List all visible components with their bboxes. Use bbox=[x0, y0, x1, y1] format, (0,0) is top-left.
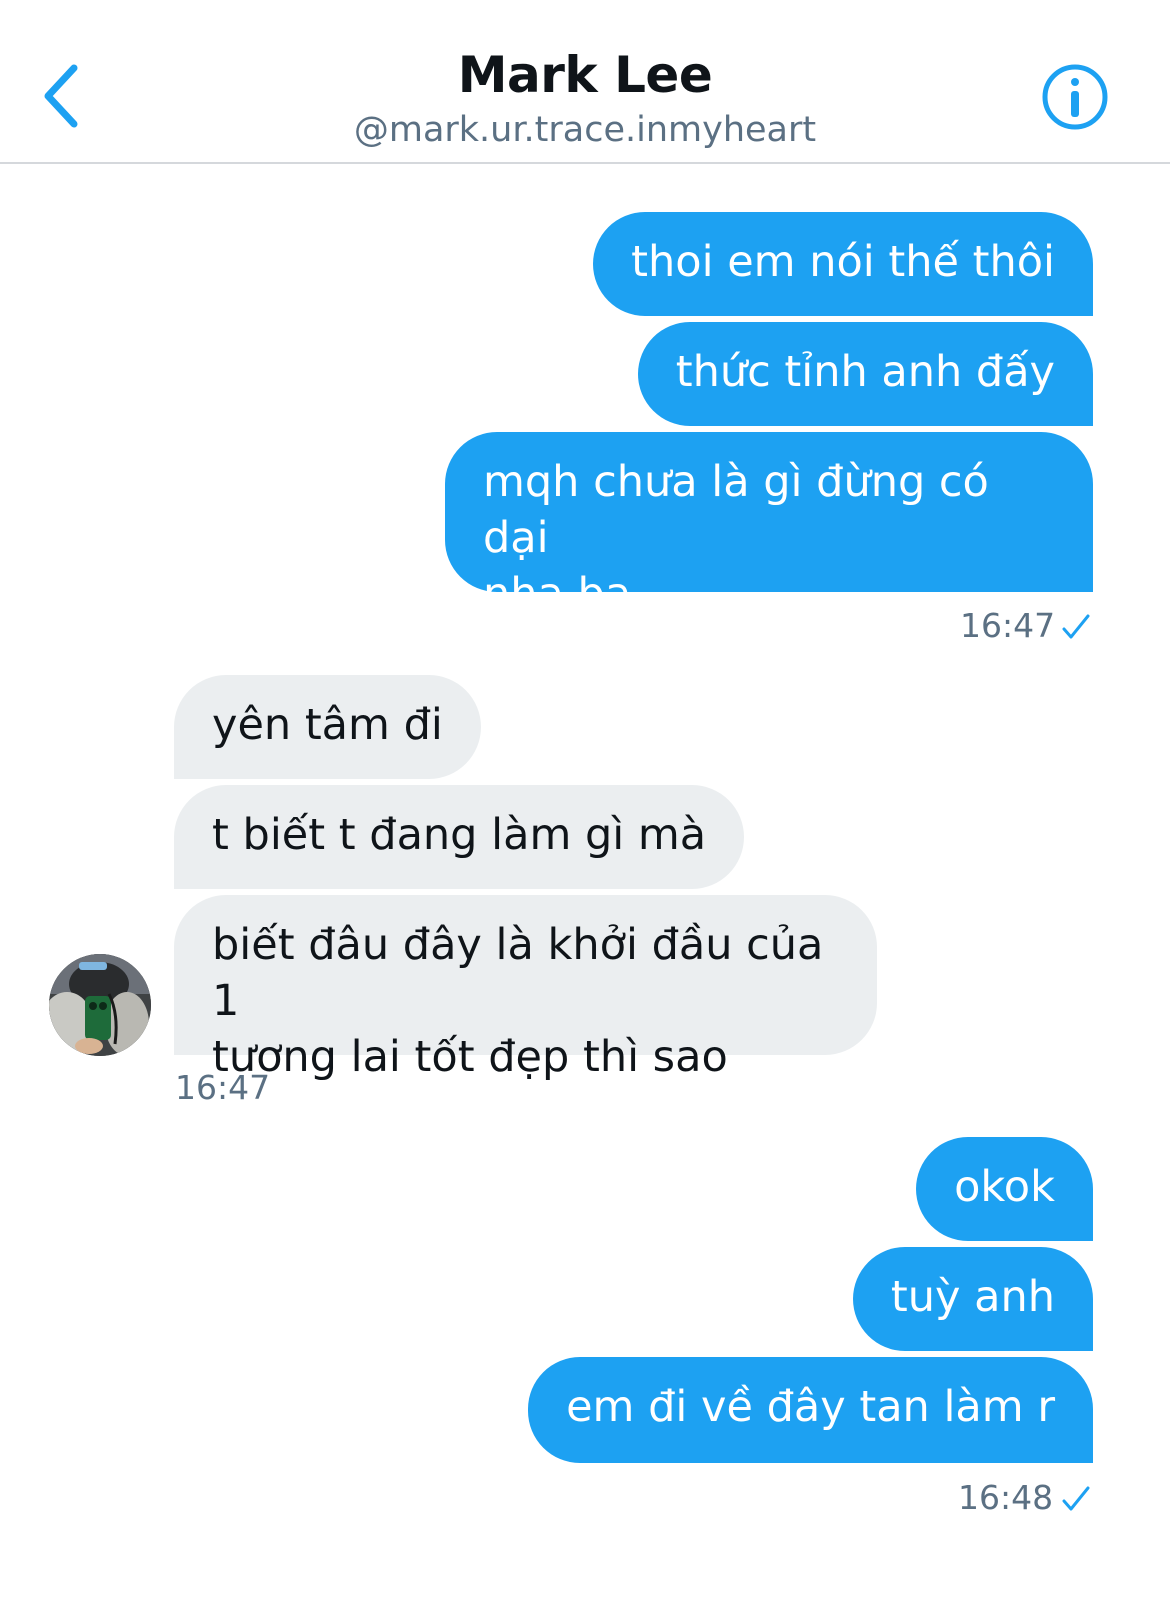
contact-handle: @mark.ur.trace.inmyheart bbox=[353, 110, 817, 150]
info-button[interactable] bbox=[1040, 62, 1110, 132]
outgoing-message[interactable]: okok bbox=[916, 1137, 1093, 1241]
message-timestamp: 16:47 bbox=[960, 606, 1056, 645]
message-timestamp: 16:48 bbox=[958, 1478, 1054, 1517]
message-timestamp: 16:47 bbox=[175, 1068, 271, 1107]
outgoing-message[interactable]: em đi về đây tan làm r bbox=[528, 1357, 1093, 1463]
incoming-message[interactable]: yên tâm đi bbox=[174, 675, 481, 779]
info-circle-icon bbox=[1042, 64, 1108, 130]
checkmark-icon bbox=[1061, 1484, 1091, 1514]
outgoing-message[interactable]: thức tỉnh anh đấy bbox=[637, 322, 1093, 426]
outgoing-message[interactable]: thoi em nói thế thôi bbox=[593, 212, 1093, 316]
checkmark-icon bbox=[1061, 612, 1091, 642]
contact-avatar[interactable] bbox=[49, 954, 151, 1056]
outgoing-message[interactable]: mqh chưa là gì đừng có dại nha ba bbox=[445, 432, 1093, 619]
avatar-photo bbox=[49, 954, 151, 1056]
outgoing-message[interactable]: tuỳ anh bbox=[852, 1247, 1093, 1351]
conversation-header: Mark Lee @mark.ur.trace.inmyheart bbox=[0, 0, 1170, 164]
incoming-message[interactable]: t biết t đang làm gì mà bbox=[174, 785, 745, 889]
contact-title[interactable]: Mark Lee @mark.ur.trace.inmyheart bbox=[0, 44, 1170, 152]
contact-name: Mark Lee bbox=[457, 46, 713, 104]
incoming-message[interactable]: biết đâu đây là khởi đầu của 1 tương lai… bbox=[174, 895, 877, 1082]
